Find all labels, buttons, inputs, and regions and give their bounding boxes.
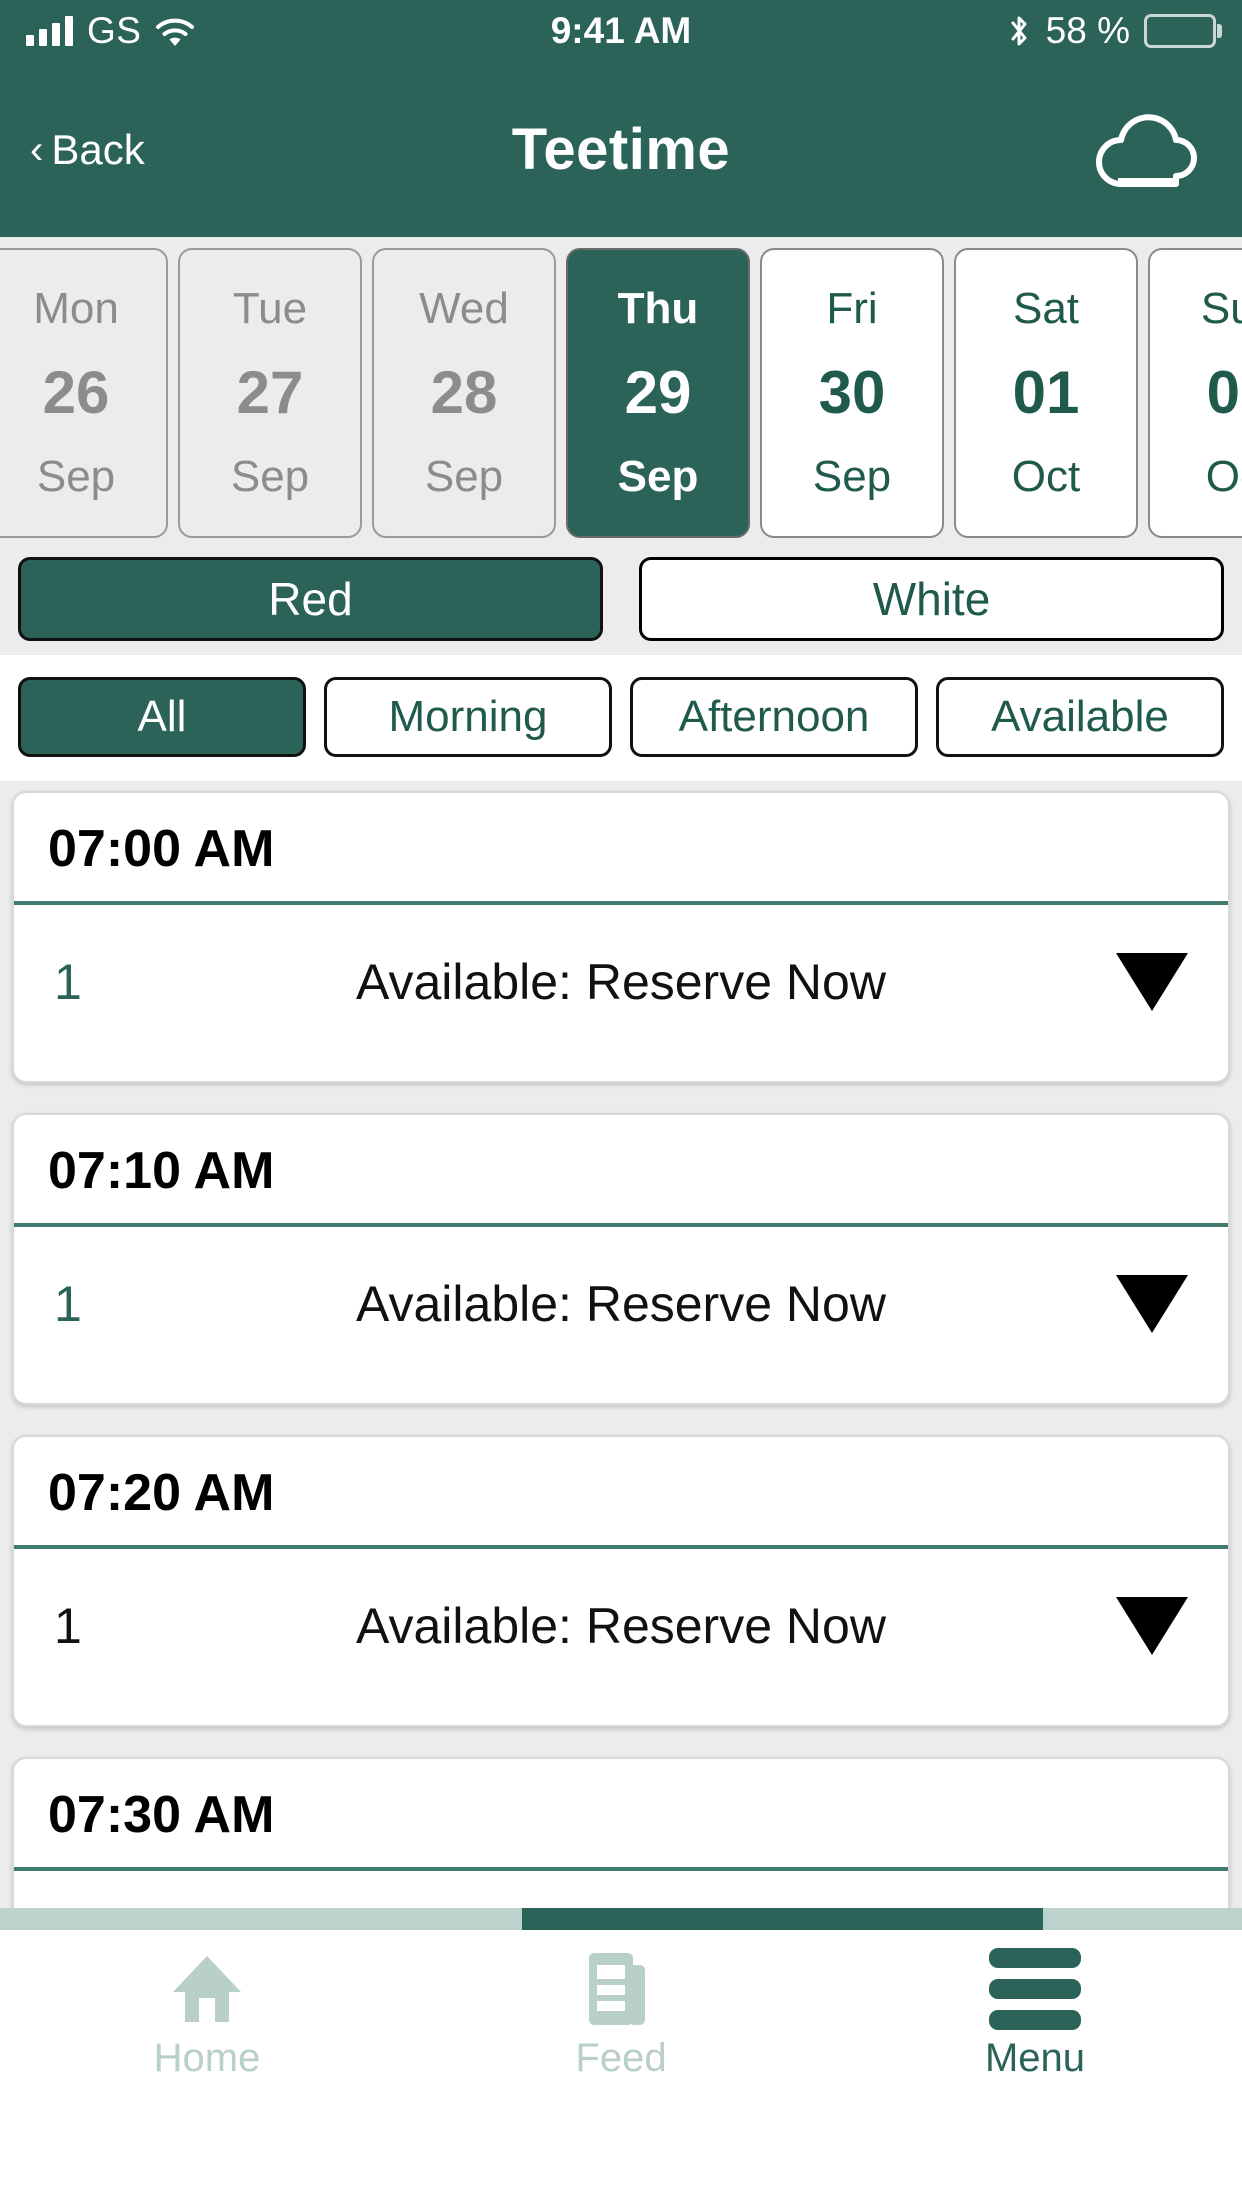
date-dow: Fri (826, 284, 878, 334)
tab-home[interactable]: Home (0, 1950, 414, 2081)
date-month: Sep (230, 451, 310, 501)
filter-tab-label: Morning (388, 692, 548, 741)
date-day: 27 (236, 359, 304, 427)
filter-tab-morning[interactable]: Morning (324, 677, 612, 757)
tee-time-quantity: 1 (54, 1598, 82, 1654)
date-day: 30 (818, 359, 886, 427)
course-button-label: Red (268, 573, 353, 625)
date-selector-strip[interactable]: Mon 26 Sep Tue 27 Sep Wed 28 Sep Thu 29 Sep Fri 30 Sep… (0, 237, 1242, 549)
date-dow: Sat (1012, 284, 1080, 334)
filter-tab-all[interactable]: All (18, 677, 306, 757)
feed-icon (587, 1950, 655, 2028)
status-bar-right: 58 % (1006, 10, 1216, 52)
course-toggle-group: Red White (0, 549, 1242, 655)
tee-time-label: 07:10 AM (48, 1142, 275, 1200)
date-cell-sun[interactable]: Sun 02 Oct (1148, 248, 1242, 538)
tee-time-card[interactable]: 07:20 AM 1 Available: Reserve Now (12, 1435, 1230, 1727)
battery-icon (1144, 14, 1216, 48)
date-dow: Wed (419, 284, 509, 334)
tee-time-status: Available: Reserve Now (356, 1276, 886, 1332)
tee-time-card-header: 07:20 AM (14, 1437, 1228, 1549)
page-title: Teetime (511, 117, 731, 182)
date-cell-fri[interactable]: Fri 30 Sep (760, 248, 944, 538)
filter-tab-group: All Morning Afternoon Available (0, 655, 1242, 781)
date-cell-wed: Wed 28 Sep (372, 248, 556, 538)
tee-time-card-body[interactable]: 1 Available: Reserve Now (14, 905, 1228, 1081)
tab-label: Menu (984, 2036, 1086, 2080)
back-button-label: Back (51, 125, 145, 173)
tee-time-card-header: 07:10 AM (14, 1115, 1228, 1227)
filter-tab-label: Afternoon (678, 692, 870, 741)
course-button-red[interactable]: Red (18, 557, 603, 641)
date-cell-thu[interactable]: Thu 29 Sep (566, 248, 750, 538)
course-button-white[interactable]: White (639, 557, 1224, 641)
triangle-down-icon[interactable] (1098, 953, 1188, 1011)
hamburger-menu-icon (989, 1948, 1081, 2030)
date-month: Oct (1011, 451, 1081, 501)
tee-time-label: 07:30 AM (48, 1786, 275, 1844)
battery-percent-label: 58 % (1045, 10, 1130, 51)
home-icon (169, 1950, 245, 2028)
horizontal-scroll-indicator[interactable] (0, 1908, 1242, 1930)
app-header: ‹ Back Teetime (0, 62, 1242, 237)
date-month: Sep (812, 451, 892, 501)
tee-time-status: Available: Reserve Now (356, 954, 886, 1010)
date-day: 26 (42, 359, 110, 427)
tee-time-card-body[interactable]: 1 Available: Reserve Now (14, 1549, 1228, 1725)
filter-tab-label: Available (991, 692, 1169, 741)
date-month: Oct (1205, 451, 1242, 501)
tee-time-card[interactable]: 07:00 AM 1 Available: Reserve Now (12, 791, 1230, 1083)
date-day: 29 (624, 359, 692, 427)
wifi-icon (155, 16, 195, 46)
date-day: 02 (1206, 359, 1242, 427)
triangle-down-icon[interactable] (1098, 1275, 1188, 1333)
filter-tab-afternoon[interactable]: Afternoon (630, 677, 918, 757)
scroll-thumb[interactable] (521, 1908, 1044, 1930)
tee-time-status: Available: Reserve Now (356, 1598, 886, 1654)
carrier-label: GS (87, 10, 142, 51)
triangle-down-icon[interactable] (1098, 1597, 1188, 1655)
chevron-left-icon: ‹ (30, 127, 44, 172)
status-bar-left: GS (26, 10, 195, 52)
date-cell-tue: Tue 27 Sep (178, 248, 362, 538)
tab-menu[interactable]: Menu (828, 1948, 1242, 2081)
date-cell-sat[interactable]: Sat 01 Oct (954, 248, 1138, 538)
tee-time-card-header: 07:00 AM (14, 793, 1228, 905)
tee-time-card-body[interactable]: 1 Available: Reserve Now (14, 1227, 1228, 1403)
tee-time-card[interactable]: 07:10 AM 1 Available: Reserve Now (12, 1113, 1230, 1405)
date-dow: Tue (232, 284, 308, 334)
weather-cloud-button[interactable] (1082, 100, 1212, 200)
date-month: Sep (36, 451, 116, 501)
date-dow: Sun (1200, 284, 1242, 334)
tee-time-quantity: 1 (54, 954, 82, 1010)
tee-time-card[interactable]: 07:30 AM (12, 1757, 1230, 1921)
bottom-tab-bar: Home Feed Menu (0, 1930, 1242, 2102)
date-dow: Mon (33, 284, 119, 334)
tab-label: Feed (575, 2036, 667, 2080)
date-month: Sep (617, 451, 699, 501)
course-button-label: White (872, 573, 991, 625)
date-day: 28 (430, 359, 498, 427)
tee-time-label: 07:00 AM (48, 820, 275, 878)
tee-time-list[interactable]: 07:00 AM 1 Available: Reserve Now 07:10 AM 1… (0, 781, 1242, 1930)
bluetooth-icon (1006, 14, 1032, 48)
date-dow: Thu (617, 284, 699, 334)
status-bar: GS 9:41 AM 58 % (0, 0, 1242, 62)
signal-bars-icon (26, 16, 73, 46)
back-button[interactable]: ‹ Back (30, 126, 145, 174)
tee-time-card-header: 07:30 AM (14, 1759, 1228, 1871)
tee-time-label: 07:20 AM (48, 1464, 275, 1522)
date-cell-mon: Mon 26 Sep (0, 248, 168, 538)
filter-tab-label: All (137, 692, 187, 741)
date-month: Sep (424, 451, 504, 501)
tee-time-quantity: 1 (54, 1276, 82, 1332)
tab-feed[interactable]: Feed (414, 1950, 828, 2081)
filter-tab-available[interactable]: Available (936, 677, 1224, 757)
cloud-icon (1088, 104, 1206, 195)
tab-label: Home (153, 2036, 261, 2080)
date-day: 01 (1012, 359, 1080, 427)
